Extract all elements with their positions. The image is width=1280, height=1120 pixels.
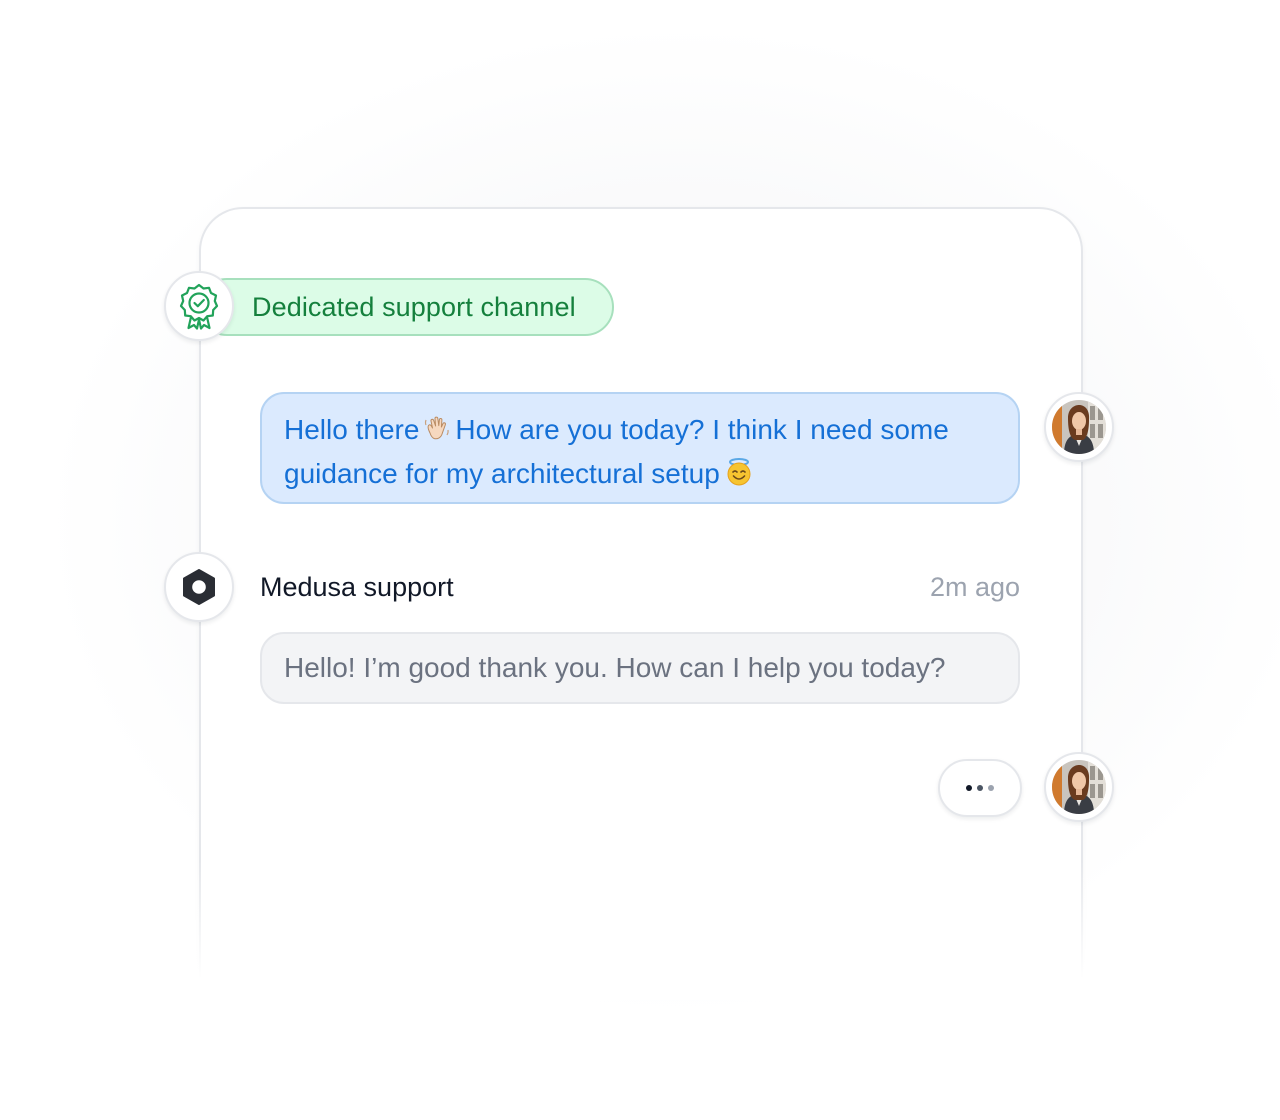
- support-message-text: Hello! I’m good thank you. How can I hel…: [284, 652, 946, 683]
- support-message-time: 2m ago: [929, 572, 1020, 602]
- medusa-logo-icon: [164, 552, 234, 622]
- user-avatar: [1044, 752, 1114, 822]
- user-avatar-icon: [1052, 400, 1106, 454]
- support-message-bubble: Hello! I’m good thank you. How can I hel…: [260, 632, 1020, 704]
- typing-dot: [988, 785, 994, 791]
- user-avatar-icon: [1052, 760, 1106, 814]
- typing-dot: [977, 785, 983, 791]
- typing-dot: [966, 785, 972, 791]
- award-badge-check-icon: [164, 271, 234, 341]
- user-message-text-1: Hello there: [284, 414, 420, 445]
- card-bottom-fade: [190, 860, 1090, 1000]
- dedicated-support-badge: Dedicated support channel: [198, 278, 614, 336]
- smiling-face-with-halo-icon: [724, 457, 754, 498]
- typing-dots-icon: [938, 759, 1022, 817]
- support-sender-name: Medusa support: [260, 572, 454, 602]
- user-message-bubble: Hello there How are you today? I think I…: [260, 392, 1020, 504]
- badge-label: Dedicated support channel: [252, 291, 576, 322]
- user-avatar: [1044, 392, 1114, 462]
- waving-hand-icon: [423, 414, 451, 454]
